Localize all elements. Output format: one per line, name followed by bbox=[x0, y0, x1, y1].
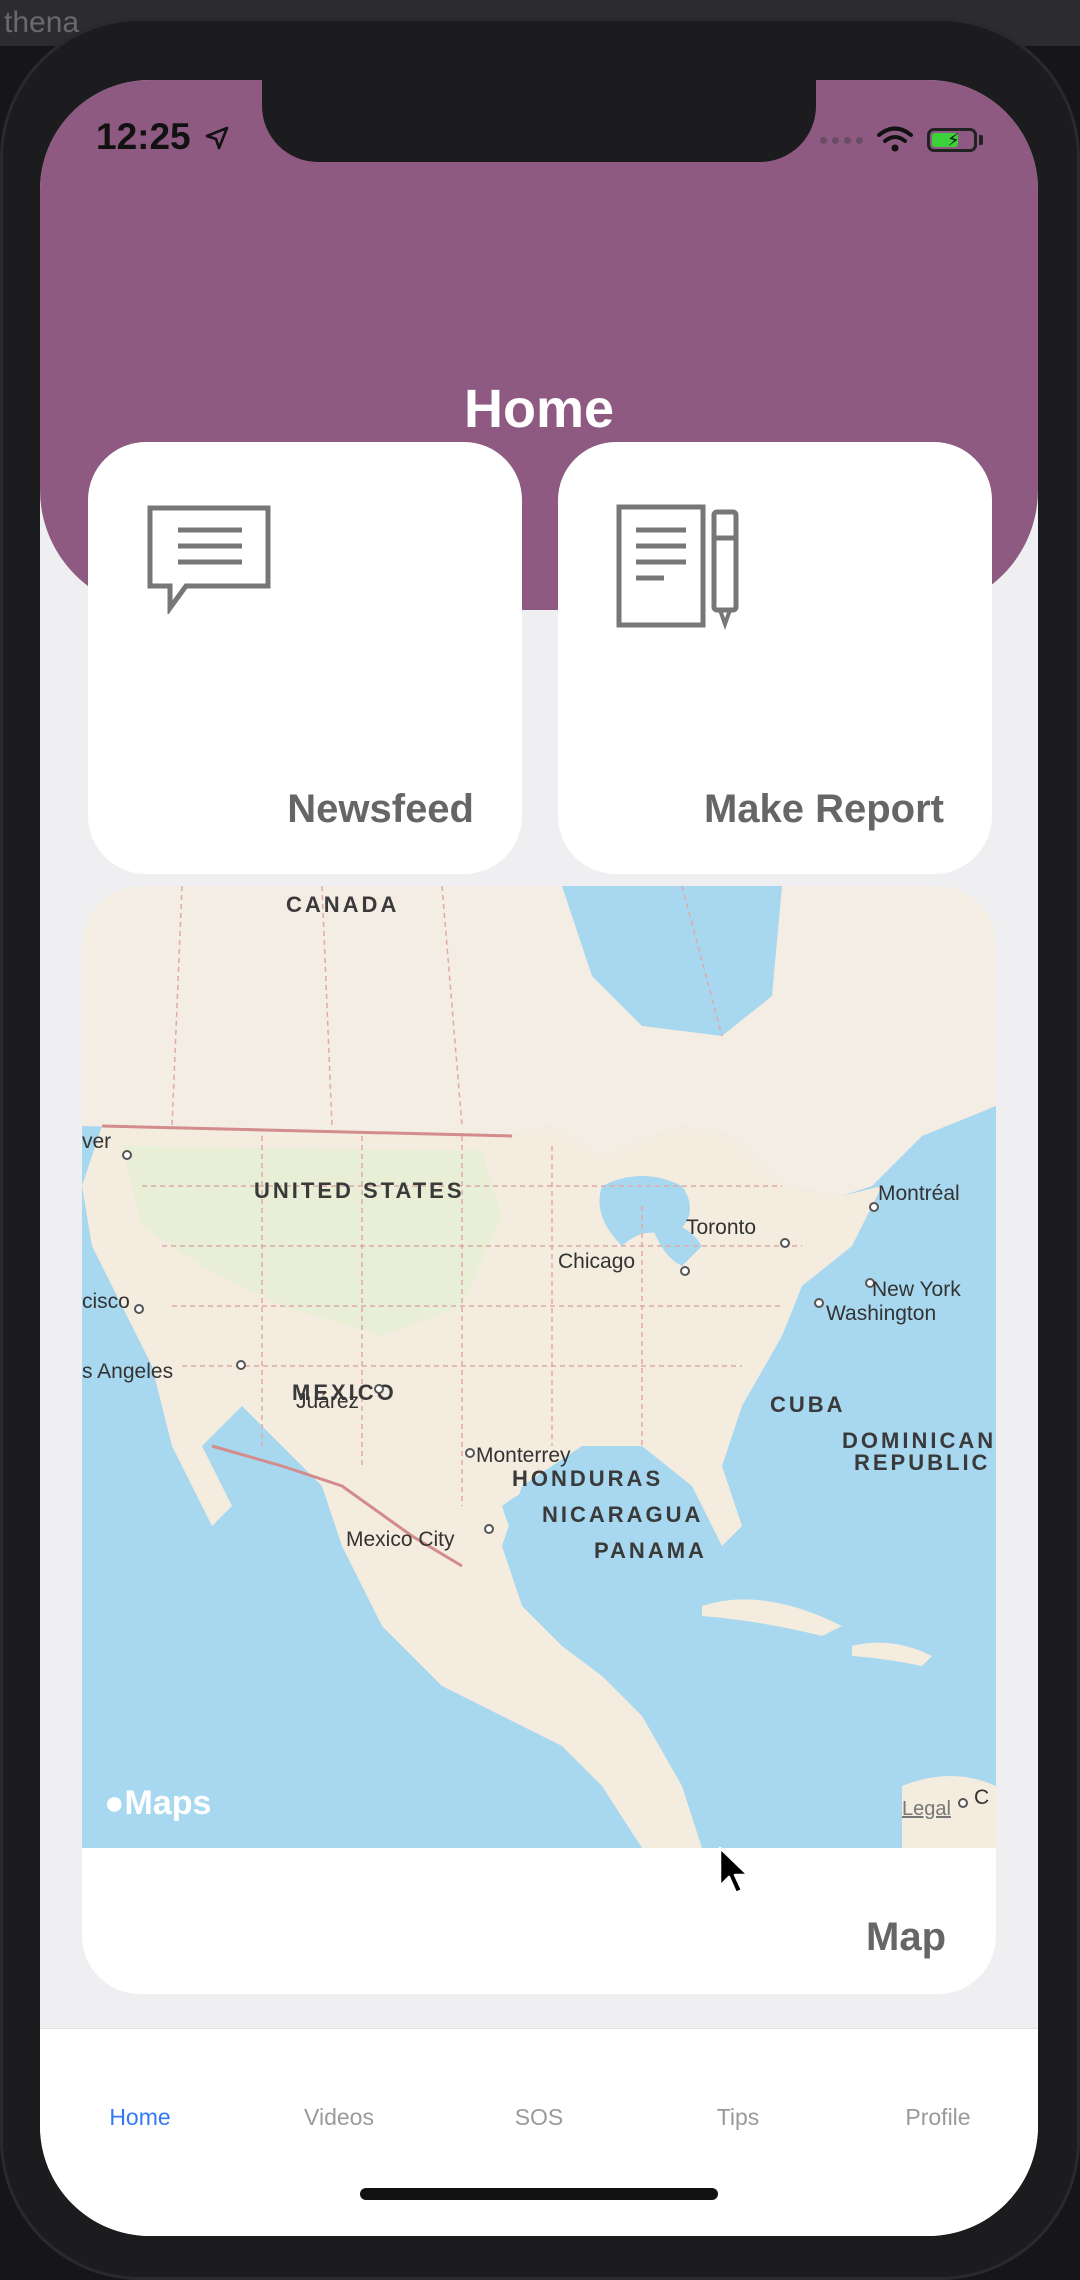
map-legal-link[interactable]: Legal bbox=[902, 1798, 951, 1821]
map-view[interactable]: CANADA UNITED STATES MEXICO CUBA DOMINIC… bbox=[82, 886, 996, 1848]
newsfeed-card[interactable]: Newsfeed bbox=[88, 442, 522, 874]
apple-maps-attribution: ●Maps bbox=[104, 1784, 211, 1823]
map-label-panama: PANAMA bbox=[594, 1538, 707, 1563]
city-dot bbox=[374, 1384, 384, 1394]
city-label-chicago: Chicago bbox=[558, 1250, 636, 1273]
map-label-united-states: UNITED STATES bbox=[254, 1178, 465, 1203]
city-dot bbox=[680, 1266, 690, 1276]
tab-sos[interactable]: SOS bbox=[439, 2104, 639, 2131]
city-label-washington: Washington bbox=[826, 1302, 937, 1325]
map-card[interactable]: CANADA UNITED STATES MEXICO CUBA DOMINIC… bbox=[82, 886, 996, 1994]
phone-frame: 12:25 ⚡ Home Newsfeed Make Report CANADA… bbox=[0, 18, 1080, 2280]
host-window-text: thena bbox=[4, 6, 80, 39]
map-label-nicaragua: NICARAGUA bbox=[542, 1502, 704, 1527]
city-dot bbox=[780, 1238, 790, 1248]
notepad-pen-icon bbox=[616, 504, 739, 630]
tab-home[interactable]: Home bbox=[40, 2104, 240, 2131]
city-dot bbox=[814, 1298, 824, 1308]
page-title: Home bbox=[463, 379, 615, 439]
map-label-republic: REPUBLIC bbox=[854, 1450, 991, 1475]
city-label-mexico-city: Mexico City bbox=[346, 1528, 455, 1551]
wifi-icon bbox=[877, 126, 913, 152]
status-time: 12:25 bbox=[96, 116, 191, 157]
location-arrow-icon bbox=[205, 126, 229, 150]
make-report-label: Make Report bbox=[703, 787, 944, 831]
chat-bubble-icon bbox=[147, 505, 271, 614]
apple-logo-icon: ● bbox=[104, 1784, 125, 1822]
city-label-monterrey: Monterrey bbox=[476, 1444, 571, 1467]
city-label-san-francisco: cisco bbox=[82, 1290, 130, 1313]
tab-profile[interactable]: Profile bbox=[838, 2104, 1038, 2131]
tab-bar: Home Videos SOS Tips Profile bbox=[40, 2028, 1038, 2236]
city-label-montreal: Montréal bbox=[878, 1182, 960, 1205]
map-label: Map bbox=[866, 1915, 946, 1959]
map-land bbox=[82, 886, 996, 1848]
map-label-canada: CANADA bbox=[286, 892, 400, 917]
city-dot bbox=[134, 1304, 144, 1314]
city-dot bbox=[236, 1360, 246, 1370]
status-indicators: ⚡ bbox=[820, 126, 983, 154]
city-label-new-york: New York bbox=[872, 1278, 961, 1301]
maps-attribution-text: Maps bbox=[124, 1784, 212, 1822]
city-dot bbox=[958, 1798, 968, 1808]
app-screen: 12:25 ⚡ Home Newsfeed Make Report CANADA… bbox=[40, 80, 1038, 2236]
newsfeed-label: Newsfeed bbox=[287, 787, 474, 831]
city-dot bbox=[465, 1448, 475, 1458]
city-label-edge: C bbox=[974, 1786, 990, 1809]
cellular-signal-icon bbox=[820, 136, 863, 144]
make-report-card[interactable]: Make Report bbox=[558, 442, 992, 874]
city-label-los-angeles: s Angeles bbox=[82, 1360, 174, 1383]
tab-tips[interactable]: Tips bbox=[638, 2104, 838, 2131]
battery-icon: ⚡ bbox=[927, 128, 977, 152]
mouse-pointer-icon bbox=[718, 1846, 750, 1895]
map-label-honduras: HONDURAS bbox=[512, 1466, 664, 1491]
city-dot bbox=[122, 1150, 132, 1160]
tab-videos[interactable]: Videos bbox=[239, 2104, 439, 2131]
map-label-cuba: CUBA bbox=[770, 1392, 846, 1417]
device-notch bbox=[262, 80, 816, 162]
home-indicator[interactable] bbox=[360, 2188, 718, 2200]
city-label-vancouver: ver bbox=[82, 1130, 112, 1153]
city-dot bbox=[484, 1524, 494, 1534]
city-label-toronto: Toronto bbox=[686, 1216, 757, 1239]
city-label-juarez: Juárez bbox=[296, 1390, 360, 1413]
